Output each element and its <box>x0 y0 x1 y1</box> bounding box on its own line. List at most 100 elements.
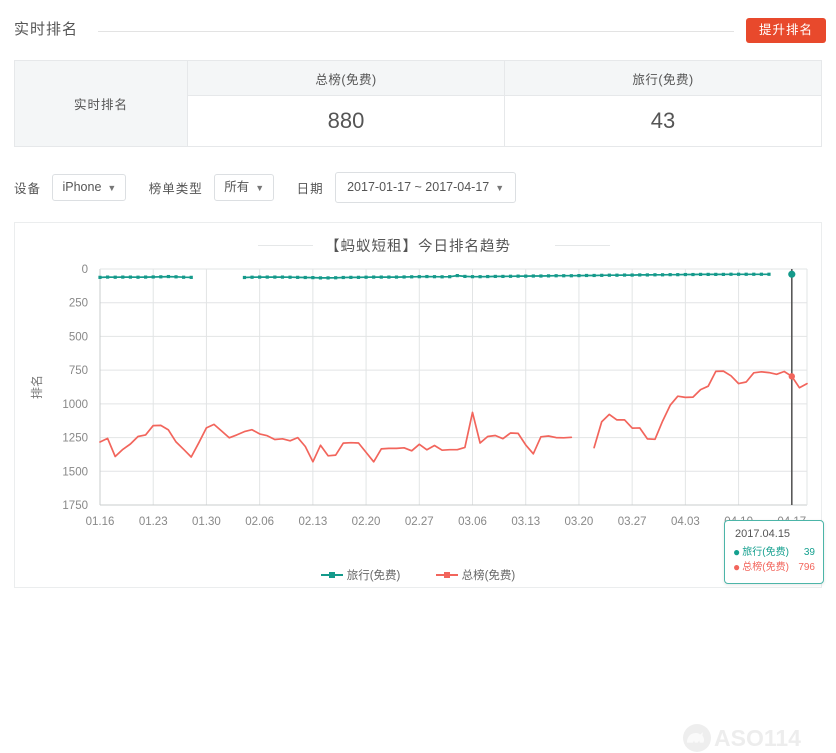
column-header-travel: 旅行(免费) <box>504 60 822 96</box>
series-point-marker <box>622 273 627 277</box>
series-point-marker <box>98 275 102 279</box>
tooltip-row-travel: ● 旅行(免费) 39 <box>733 545 815 560</box>
series-point-marker <box>569 274 573 278</box>
promote-rank-button[interactable]: 提升排名 <box>745 18 826 43</box>
series-point-marker <box>516 274 520 278</box>
series-point-marker <box>121 275 125 279</box>
legend-line-icon <box>435 572 458 578</box>
y-axis-tick-label: 1750 <box>62 500 88 512</box>
device-select[interactable]: iPhone ▼ <box>52 174 127 201</box>
series-point-marker <box>470 275 475 279</box>
page-root: 实时排名 提升排名 实时排名 总榜(免费) 旅行(免费) 880 43 设备 i… <box>0 0 836 752</box>
series-point-marker <box>668 273 672 277</box>
series-point-marker <box>554 274 558 278</box>
series-point-marker <box>402 275 406 279</box>
device-filter-label: 设备 <box>14 181 42 196</box>
x-axis-tick-label: 03.06 <box>458 516 487 528</box>
series-point-marker <box>159 275 163 279</box>
series-point-marker <box>759 272 763 276</box>
series-point-marker <box>562 274 566 278</box>
series-point-marker <box>144 275 148 279</box>
rank-value-overall: 880 <box>187 95 505 147</box>
series-point-marker <box>493 274 497 279</box>
highlight-point-overall <box>788 373 795 380</box>
table-row: 实时排名 总榜(免费) 旅行(免费) <box>14 60 822 147</box>
series-point-marker <box>592 273 596 278</box>
series-point-marker <box>242 275 247 280</box>
chart-legend: 旅行(免费) 总榜(免费) <box>15 567 821 583</box>
series-point-marker <box>600 273 604 277</box>
page-header: 实时排名 提升排名 <box>0 0 836 56</box>
tooltip-value-travel: 39 <box>803 547 815 558</box>
list-type-select[interactable]: 所有 ▼ <box>214 174 275 201</box>
filter-bar: 设备 iPhone ▼ 榜单类型 所有 ▼ 日期 2017-01-17 ~ 2017… <box>14 172 517 212</box>
y-axis-tick-label: 750 <box>69 365 88 377</box>
x-axis-tick-label: 02.20 <box>352 516 381 528</box>
y-axis-tick-label: 500 <box>69 331 88 343</box>
x-axis-tick-label: 02.06 <box>245 516 274 528</box>
list-type-filter-label: 榜单类型 <box>148 181 203 196</box>
series-point-marker <box>151 275 155 279</box>
date-range-value: 2017-01-17 ~ 2017-04-17 <box>347 180 490 194</box>
series-point-marker <box>349 275 353 279</box>
series-line-travel <box>243 273 770 279</box>
series-point-marker <box>478 275 482 279</box>
x-axis-tick-label: 01.16 <box>86 516 115 528</box>
header-divider <box>98 31 734 32</box>
y-axis-tick-label: 1000 <box>62 399 88 411</box>
series-point-marker <box>729 272 733 276</box>
y-axis-tick-label: 0 <box>82 264 88 276</box>
series-point-marker <box>326 276 330 280</box>
rhino-logo-icon <box>683 724 711 752</box>
chevron-down-icon: ▼ <box>495 183 505 193</box>
series-point-marker <box>258 275 262 279</box>
series-point-marker <box>683 272 687 277</box>
series-point-marker <box>698 272 703 276</box>
column-header-overall: 总榜(免费) <box>187 60 505 96</box>
x-axis-tick-label: 03.27 <box>618 516 647 528</box>
page-title: 实时排名 <box>14 21 79 38</box>
series-point-marker <box>455 274 459 278</box>
series-point-marker <box>546 274 551 278</box>
legend-label-travel: 旅行(免费) <box>346 570 401 582</box>
series-point-marker <box>296 275 300 279</box>
x-axis-tick-label: 01.30 <box>192 516 221 528</box>
x-axis-tick-label: 02.13 <box>298 516 327 528</box>
y-axis-tick-label: 1250 <box>62 433 88 445</box>
x-axis-tick-label: 03.20 <box>565 516 594 528</box>
legend-item-travel[interactable]: 旅行(免费) <box>320 567 401 583</box>
series-point-marker <box>448 275 452 279</box>
series-point-marker <box>638 273 642 277</box>
series-point-marker <box>265 275 269 279</box>
series-point-marker <box>273 275 277 279</box>
series-point-marker <box>128 275 133 279</box>
chart-card: 【蚂蚁短租】今日排名趋势 0 250 500 750 1000 1250 1500 1750 0… <box>14 222 824 752</box>
series-point-marker <box>250 275 254 279</box>
series-point-marker <box>364 275 368 279</box>
y-axis-title: 排名 <box>29 375 44 399</box>
series-point-marker <box>372 275 376 279</box>
series-point-marker <box>106 275 110 279</box>
x-axis-tick-label: 01.23 <box>139 516 168 528</box>
legend-item-overall[interactable]: 总榜(免费) <box>435 567 515 583</box>
series-point-marker <box>311 276 315 280</box>
series-point-marker <box>767 272 771 276</box>
series-point-marker <box>645 273 649 277</box>
tooltip-dot-icon: ● <box>733 545 741 559</box>
series-point-marker <box>584 273 589 278</box>
series-point-marker <box>341 275 345 280</box>
series-point-marker <box>706 272 710 276</box>
date-range-select[interactable]: 2017-01-17 ~ 2017-04-17 ▼ <box>335 172 517 203</box>
series-point-marker <box>334 276 338 280</box>
chevron-down-icon: ▼ <box>107 183 117 193</box>
rank-trend-chart[interactable]: 0 250 500 750 1000 1250 1500 1750 01.16 01.23 01.3… <box>15 257 821 557</box>
series-point-marker <box>189 275 193 279</box>
series-point-marker <box>410 275 414 279</box>
series-point-marker <box>660 273 665 277</box>
title-rule-right <box>555 245 610 246</box>
date-filter-label: 日期 <box>296 181 324 196</box>
rank-row-label: 实时排名 <box>14 60 188 147</box>
highlight-point-travel <box>788 270 796 278</box>
series-point-marker <box>417 275 421 279</box>
realtime-rank-table: 实时排名 总榜(免费) 旅行(免费) 880 43 <box>14 60 822 147</box>
